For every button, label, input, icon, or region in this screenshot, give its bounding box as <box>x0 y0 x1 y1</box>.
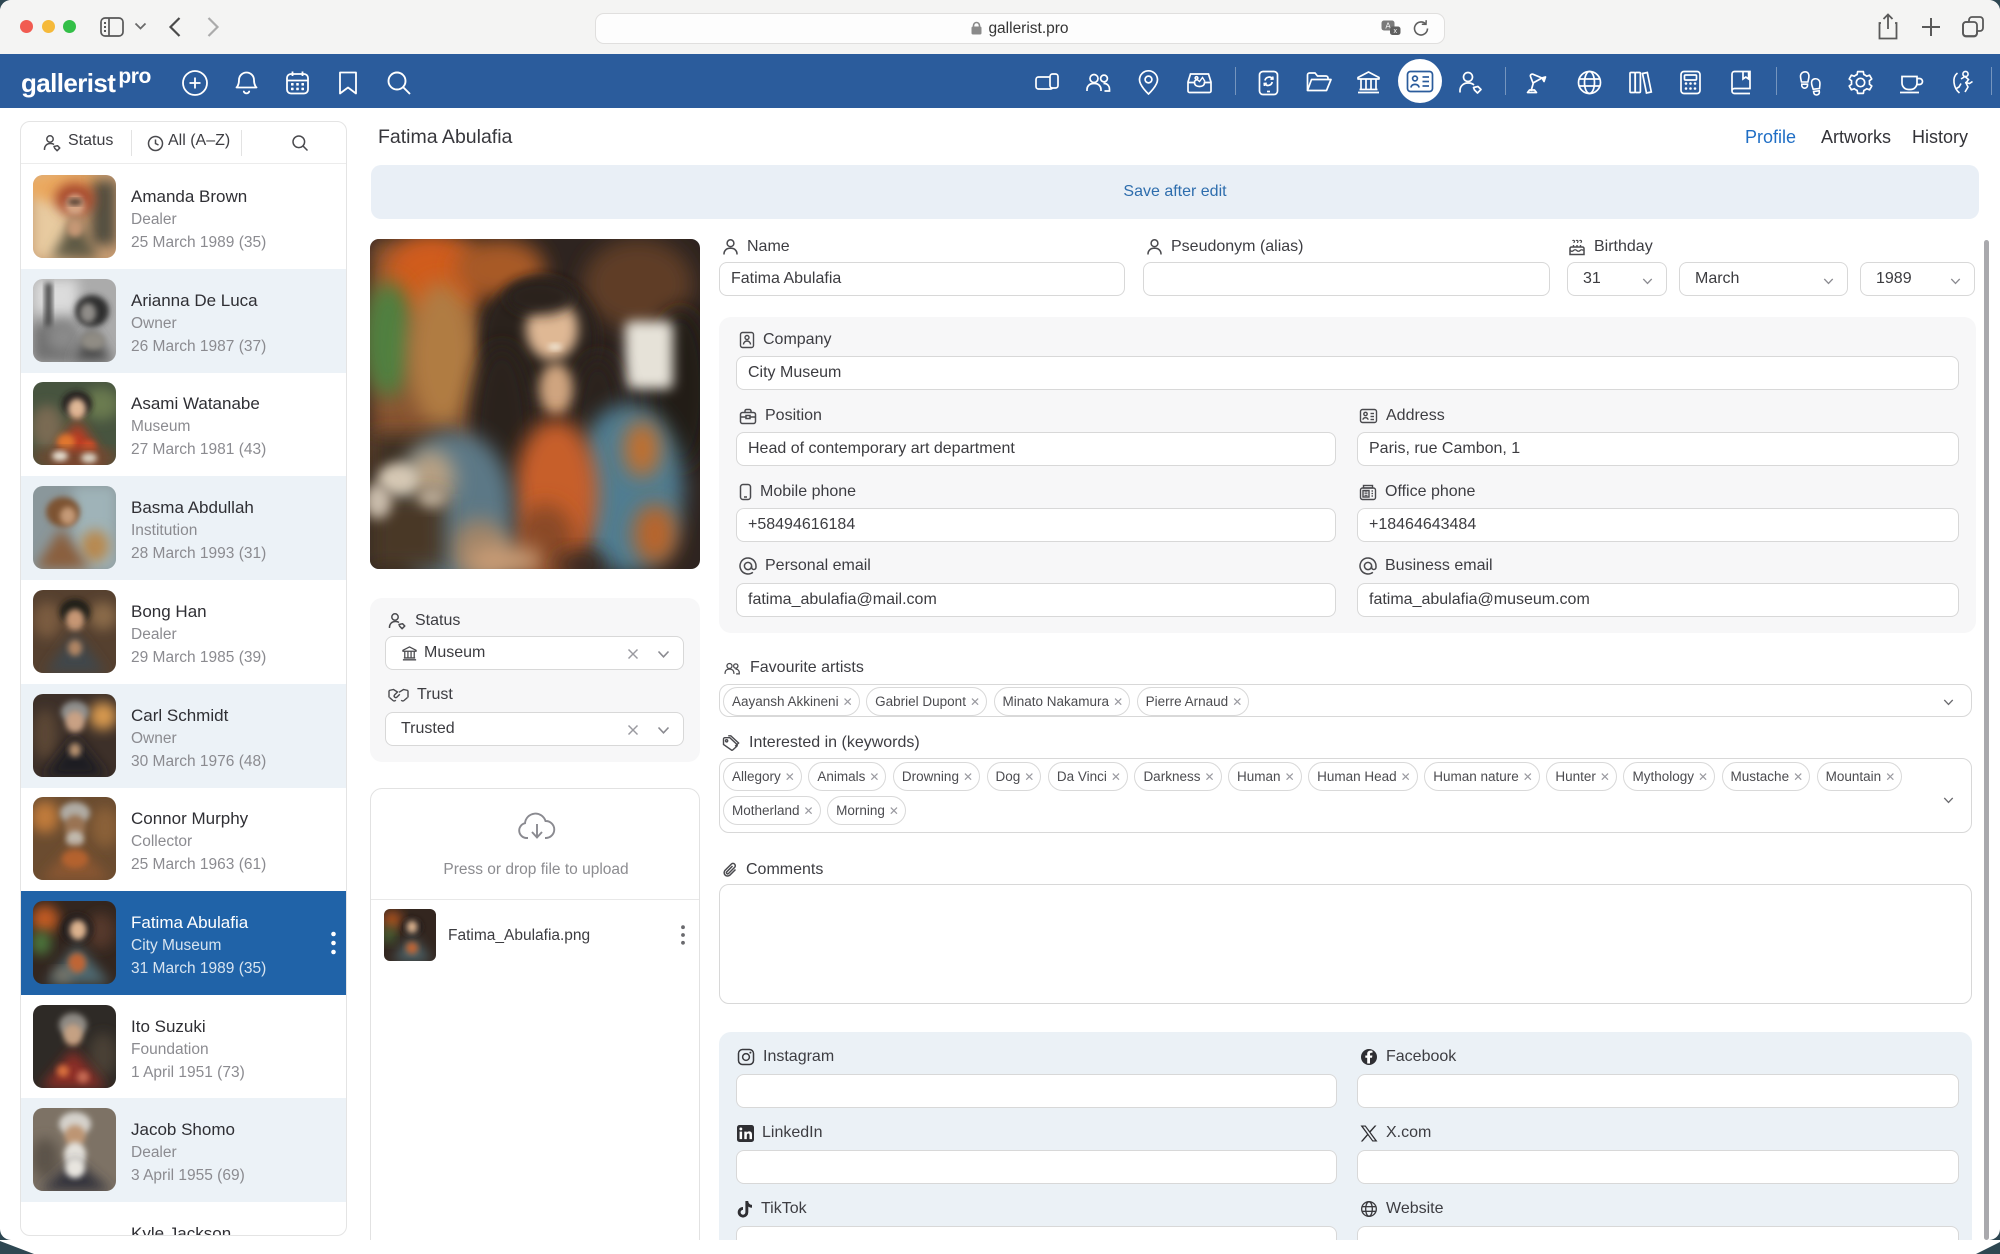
svg-text:x: x <box>1393 28 1397 35</box>
